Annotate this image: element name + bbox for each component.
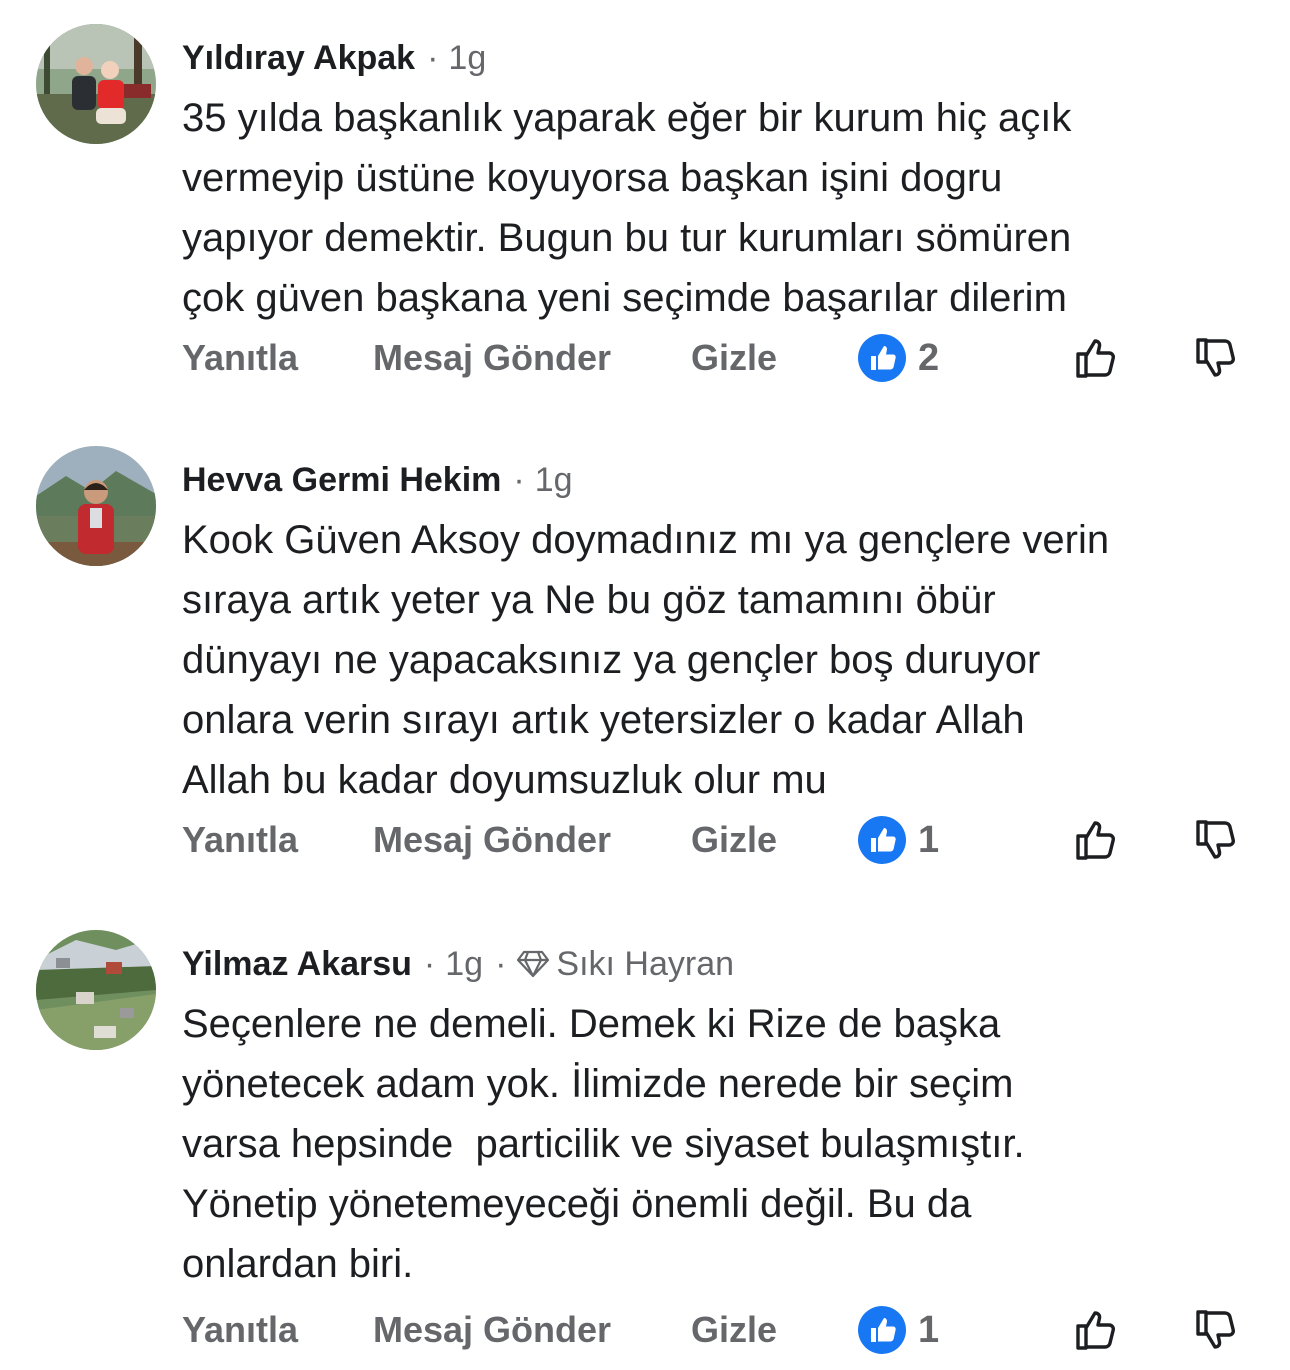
comment: Yilmaz Akarsu · 1g · Sıkı Hayran Seçenlere n… [0,930,1290,1360]
author-name[interactable]: Yilmaz Akarsu [182,945,412,983]
comment-line: 35 yılda başkanlık yaparak eğer bir kuru… [182,96,1072,140]
like-reaction-icon [858,1306,906,1354]
comment-meta: Yıldıray Akpak · 1g [182,36,486,80]
hide-button[interactable]: Gizle [691,334,777,382]
like-count: 2 [918,337,940,379]
comment-line: çok güven başkana yeni seçimde başarılar… [182,276,1067,320]
comment-line: Yönetip yönetemeyeceği önemli değil. Bu … [182,1182,972,1226]
reply-button[interactable]: Yanıtla [182,334,298,382]
send-message-button[interactable]: Mesaj Gönder [373,816,611,864]
comment-actions: Yanıtla Mesaj Gönder Gizle 1 [0,1300,1290,1360]
diamond-icon [516,946,550,990]
avatar[interactable] [36,930,156,1050]
separator-dot: · [495,945,507,983]
thumbs-up-outline-icon[interactable] [1070,1302,1126,1358]
author-name[interactable]: Yıldıray Akpak [182,39,415,77]
reply-button[interactable]: Yanıtla [182,816,298,864]
comment-line: yapıyor demektir. Bugun bu tur kurumları… [182,216,1072,260]
thumbs-down-outline-icon[interactable] [1190,1302,1246,1358]
comment-time[interactable]: 1g [535,461,573,499]
hide-button[interactable]: Gizle [691,1306,777,1354]
reply-button[interactable]: Yanıtla [182,1306,298,1354]
avatar[interactable] [36,24,156,144]
like-reaction-icon [858,334,906,382]
comment-actions: Yanıtla Mesaj Gönder Gizle 1 [0,810,1290,870]
comment-line: Kook Güven Aksoy doymadınız mı ya gençle… [182,518,1110,562]
comment-line: vermeyip üstüne koyuyorsa başkan işini d… [182,156,1003,200]
comment: Hevva Germi Hekim · 1g Kook Güven Aksoy do… [0,446,1290,866]
like-count: 1 [918,1309,940,1351]
like-count: 1 [918,819,940,861]
send-message-button[interactable]: Mesaj Gönder [373,1306,611,1354]
thumbs-up-outline-icon[interactable] [1070,330,1126,386]
avatar-photo-icon [36,446,156,566]
avatar[interactable] [36,446,156,566]
thumbs-down-outline-icon[interactable] [1190,330,1246,386]
hide-button[interactable]: Gizle [691,816,777,864]
comment-line: onlardan biri. [182,1242,414,1286]
comment-line: dünyayı ne yapacaksınız ya gençler boş d… [182,638,1041,682]
send-message-button[interactable]: Mesaj Gönder [373,334,611,382]
comment-line: sıraya artık yeter ya Ne bu göz tamamını… [182,578,996,622]
comment-line: varsa hepsinde particilik ve siyaset bul… [182,1122,1025,1166]
comment-line: yönetecek adam yok. İlimizde nerede bir … [182,1062,1014,1106]
comment-text: Seçenlere ne demeli. Demek ki Rize de ba… [182,994,1262,1294]
comment-text: Kook Güven Aksoy doymadınız mı ya gençle… [182,510,1262,810]
separator-dot: · [513,461,525,499]
comment-time[interactable]: 1g [445,945,483,983]
comment-actions: Yanıtla Mesaj Gönder Gizle 2 [0,328,1290,388]
comment-time[interactable]: 1g [448,39,486,77]
separator-dot: · [427,39,439,77]
comment-meta: Yilmaz Akarsu · 1g · Sıkı Hayran [182,942,734,990]
comment-line: Allah bu kadar doyumsuzluk olur mu [182,758,827,802]
thumbs-down-outline-icon[interactable] [1190,812,1246,868]
avatar-photo-icon [36,930,156,1050]
thumbs-up-outline-icon[interactable] [1070,812,1126,868]
comment-meta: Hevva Germi Hekim · 1g [182,458,573,502]
fan-badge-label[interactable]: Sıkı Hayran [556,945,734,983]
comment: Yıldıray Akpak · 1g 35 yılda başkanlık yap… [0,24,1290,404]
avatar-photo-icon [36,24,156,144]
like-reaction-icon [858,816,906,864]
comment-line: onlara verin sırayı artık yetersizler o … [182,698,1025,742]
author-name[interactable]: Hevva Germi Hekim [182,461,501,499]
comment-line: Seçenlere ne demeli. Demek ki Rize de ba… [182,1002,1001,1046]
separator-dot: · [423,945,436,983]
comment-text: 35 yılda başkanlık yaparak eğer bir kuru… [182,88,1262,328]
